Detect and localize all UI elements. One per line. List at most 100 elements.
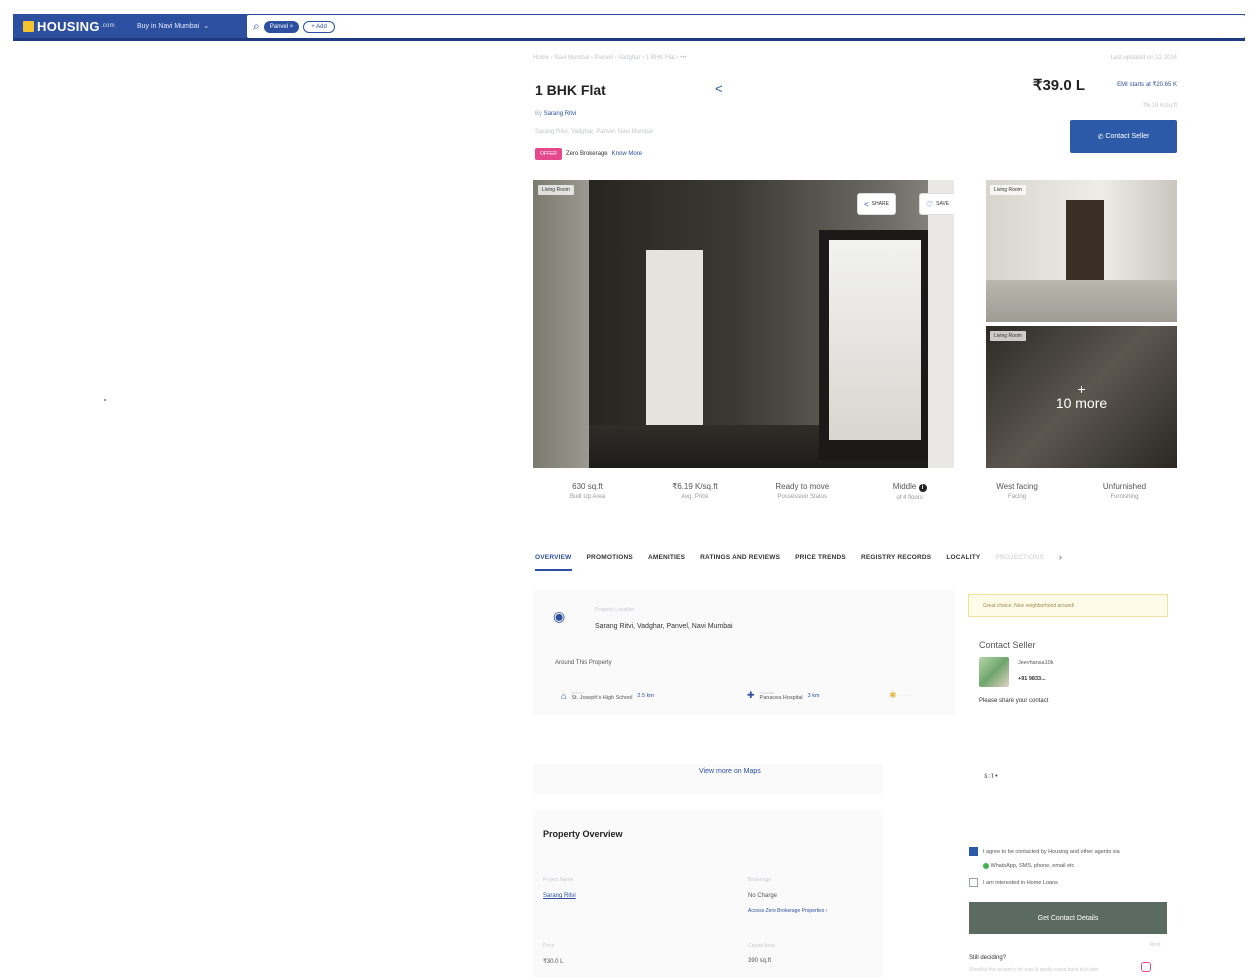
poi-name: Panacea Hospital	[759, 695, 803, 701]
tab-promotions[interactable]: PROMOTIONS	[587, 554, 633, 561]
page-title: 1 BHK Flat	[535, 82, 606, 98]
share-icon[interactable]: <	[715, 81, 723, 96]
agree-text-2: WhatsApp, SMS, phone, email etc	[990, 863, 1075, 869]
offer-badge: OFFER	[535, 148, 562, 160]
save-button[interactable]: ♡ SAVE	[919, 193, 954, 215]
overview-value: 390 sq.ft	[748, 958, 772, 964]
photo-wall-right	[928, 180, 954, 468]
overview-label: Price	[543, 943, 555, 949]
contact-seller-label: Contact Seller	[1105, 133, 1150, 140]
section-tabs: OVERVIEW PROMOTIONS AMENITIES RATINGS AN…	[535, 544, 1177, 571]
poi-distance: 3 km	[807, 692, 820, 699]
share-icon: <	[864, 199, 869, 209]
agree-row: I agree to be contacted by Housing and o…	[969, 845, 1120, 873]
stat-value-row: Middle i	[857, 482, 962, 492]
phone-icon: ✆	[1097, 133, 1106, 141]
tab-amenities[interactable]: AMENITIES	[648, 554, 685, 561]
city-label: Buy in Navi Mumbai	[136, 22, 200, 30]
overview-title: Property Overview	[543, 829, 623, 839]
poi-more[interactable]: ✱ ··· ›	[889, 690, 910, 701]
overview-label: Brokerage	[748, 877, 772, 883]
tab-locality[interactable]: LOCALITY	[946, 554, 980, 561]
developer-link[interactable]: Sarang Ritvi	[544, 111, 577, 117]
price-per-sqft: ₹6.19 K/sq ft	[1142, 103, 1177, 109]
stat-value: 630 sq.ft	[572, 482, 603, 491]
seller-phone: +91 9833...	[1018, 676, 1046, 682]
locality-chip[interactable]: Panvel ×	[263, 20, 300, 33]
share-button[interactable]: < SHARE	[857, 193, 896, 215]
housing-logo[interactable]: HOUSING .com	[23, 19, 115, 34]
plus-icon: +	[1077, 381, 1086, 397]
poi-icon: ✱	[889, 690, 897, 700]
stat-value: West facing	[996, 482, 1038, 491]
photo-thumb-1[interactable]: Living Room	[986, 180, 1177, 322]
shortlist-icon[interactable]	[1141, 962, 1151, 972]
around-label: Around This Property	[555, 660, 612, 666]
stat-value: Unfurnished	[1102, 482, 1147, 491]
poi-name: St. Joseph's High School	[571, 695, 633, 701]
info-icon[interactable]: i	[918, 484, 927, 492]
agree-text: I agree to be contacted by Housing and o…	[983, 849, 1120, 855]
photo-tag: Living Room	[990, 185, 1026, 195]
photo-door	[646, 250, 703, 425]
loan-text: I am interested in Home Loans	[983, 880, 1058, 886]
location-small-label: Property Location	[595, 607, 635, 613]
main-photo[interactable]: Living Room < SHARE ♡ SAVE	[533, 180, 954, 468]
top-navbar: HOUSING .com Buy in Navi Mumbai ⌄ ⌕ Panv…	[13, 14, 1245, 41]
by-prefix: By	[535, 111, 543, 117]
photo-tag: Living Room	[538, 185, 574, 195]
offer-row: OFFER Zero Brokerage Know More	[535, 148, 642, 160]
view-on-maps-link[interactable]: View more on Maps	[699, 768, 761, 775]
project-link[interactable]: Sarang Ritvi	[543, 893, 576, 899]
tab-overview[interactable]: OVERVIEW	[535, 554, 572, 571]
location-address: Sarang Ritvi, Vadghar, Panvel, Navi Mumb…	[595, 623, 733, 630]
contact-panel: Great choice. Nice neighborhood around! …	[963, 590, 1181, 715]
poi-hospital[interactable]: ✚ Hospital Panacea Hospital 3 km	[747, 690, 820, 701]
stray-dot	[104, 399, 106, 401]
breadcrumb[interactable]: Home › Navi Mumbai › Panvel › Vadghar › …	[533, 55, 687, 61]
offer-know-more-link[interactable]: Know More	[612, 151, 642, 157]
address-small: Sarang Ritvi, Vadghar, Panvel, Navi Mumb…	[535, 129, 653, 135]
add-locality-chip[interactable]: + Add	[303, 20, 335, 33]
thumb-floor	[986, 280, 1177, 322]
tab-projections[interactable]: PROJECTIONS	[995, 554, 1043, 561]
locality-chip-label: Panvel	[269, 23, 289, 30]
stat-item: Unfurnished Furnishing	[1072, 482, 1177, 501]
agree-text-wrap: I agree to be contacted by Housing and o…	[983, 845, 1120, 873]
photo-thumb-more[interactable]: Living Room + 10 more	[986, 326, 1177, 468]
school-icon: ⌂	[561, 690, 567, 701]
loan-row: I am interested in Home Loans	[969, 876, 1058, 890]
photo-window	[829, 240, 921, 440]
tab-registry[interactable]: REGISTRY RECORDS	[861, 554, 931, 561]
search-bar[interactable]: ⌕ Panvel × + Add	[247, 15, 1245, 38]
stray-text: ऽा •	[984, 773, 998, 780]
logo-suffix: .com	[100, 23, 115, 29]
city-selector[interactable]: Buy in Navi Mumbai ⌄	[136, 22, 209, 31]
poi-text: Hospital Panacea Hospital	[760, 690, 803, 701]
get-contact-details-button[interactable]: Get Contact Details	[969, 902, 1167, 934]
stat-label: of 4 floors	[896, 495, 923, 501]
stat-item: 630 sq.ft Built Up Area	[535, 482, 640, 501]
zero-brokerage-link[interactable]: Access Zero Brokerage Properties ›	[748, 908, 827, 914]
stat-item: West facing Facing	[965, 482, 1070, 501]
stat-item: Middle i of 4 floors	[857, 482, 962, 501]
emi-link[interactable]: EMI starts at ₹20.65 K	[1117, 81, 1177, 88]
stat-item: ₹6.19 K/sq.ft Avg. Price	[642, 482, 747, 501]
tab-price-trends[interactable]: PRICE TRENDS	[795, 554, 846, 561]
location-card: ◉ Property Location Sarang Ritvi, Vadgha…	[533, 590, 955, 715]
poi-faint: ··· ›	[901, 692, 911, 699]
tab-ratings[interactable]: RATINGS AND REVIEWS	[700, 554, 780, 561]
stat-value: ₹6.19 K/sq.ft	[672, 482, 718, 491]
poi-distance: 2.5 km	[637, 692, 654, 699]
contact-seller-button[interactable]: ✆ Contact Seller	[1070, 120, 1177, 153]
poi-school[interactable]: ⌂ School St. Joseph's High School 2.5 km	[561, 690, 654, 701]
chevron-right-icon[interactable]: ›	[1059, 552, 1062, 562]
more-photos[interactable]: + 10 more	[986, 326, 1177, 468]
home-loan-checkbox[interactable]	[969, 878, 978, 887]
agree-checkbox[interactable]	[969, 847, 978, 856]
key-stats: 630 sq.ft Built Up Area ₹6.19 K/sq.ft Avg.…	[535, 482, 1177, 501]
notice-banner: Great choice. Nice neighborhood around!	[968, 594, 1168, 617]
contact-title: Contact Seller	[979, 640, 1036, 650]
logo-icon	[23, 20, 34, 32]
close-icon[interactable]: ×	[290, 24, 294, 30]
